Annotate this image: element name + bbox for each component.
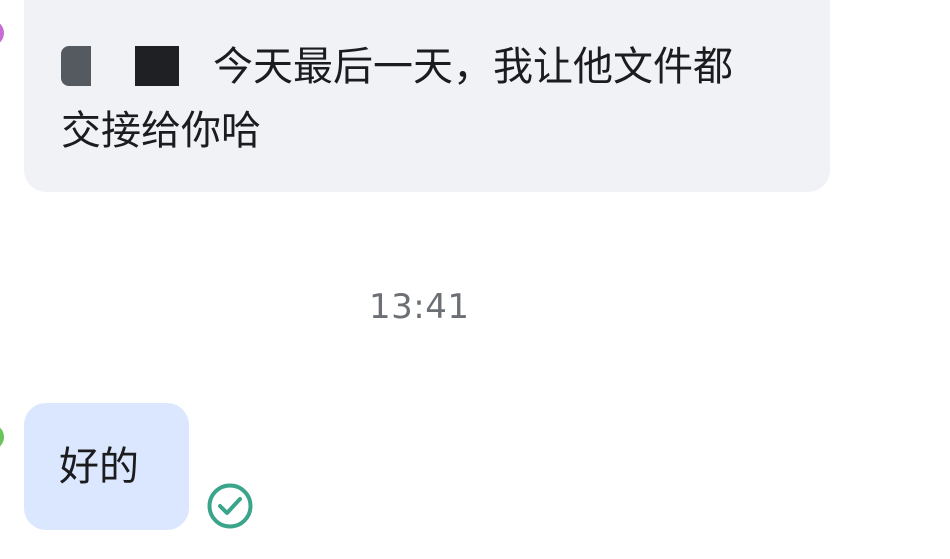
sender-avatar[interactable] [0, 424, 4, 450]
incoming-message-text: 今天最后一天，我让他文件都 [213, 44, 733, 90]
check-circle-icon [206, 482, 254, 530]
sender-avatar[interactable] [0, 20, 4, 46]
chat-thread: 今天最后一天，我让他文件都 交接给你哈 13:41 好的 [0, 0, 950, 559]
outgoing-message-text: 好的 [59, 444, 139, 490]
redacted-name-block [61, 46, 91, 86]
outgoing-message-bubble[interactable]: 好的 [24, 403, 189, 530]
message-timestamp: 13:41 [369, 287, 470, 327]
incoming-message-line-2: 交接给你哈 [61, 108, 261, 154]
redacted-name-block [135, 46, 179, 86]
incoming-message-line-1: 今天最后一天，我让他文件都 [61, 35, 794, 99]
incoming-message-bubble[interactable]: 今天最后一天，我让他文件都 交接给你哈 [24, 0, 830, 192]
